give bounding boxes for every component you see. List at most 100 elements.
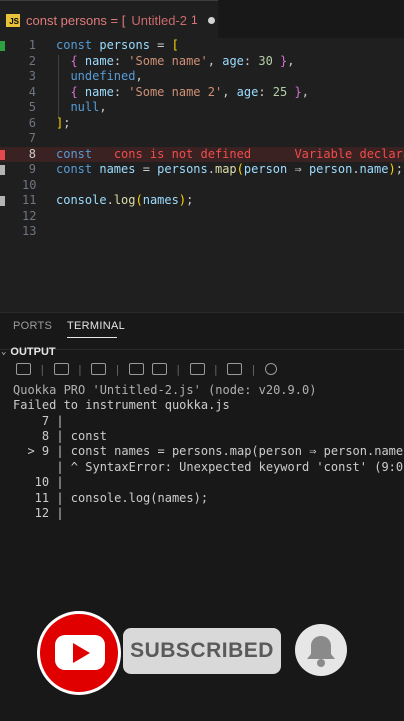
code-line-4[interactable]: 4 { name: 'Some name 2', age: 25 },: [0, 85, 404, 101]
line-number: 2: [28, 53, 36, 68]
unsaved-dot-icon[interactable]: [207, 16, 215, 24]
code-token: ,: [287, 53, 295, 68]
code-token: const: [56, 38, 100, 52]
list-filter-icon[interactable]: [91, 363, 107, 375]
code-token: person: [243, 162, 288, 176]
code-token: }: [294, 84, 302, 99]
code-line-8[interactable]: 8 const cons is not defined Variable decl…: [0, 146, 404, 163]
code-token: =: [149, 38, 172, 52]
code-token: ;: [186, 193, 194, 207]
code-token: undefined: [70, 69, 136, 83]
terminal-line: 11 | console.log(names);: [13, 491, 209, 505]
terminal-line: 7 |: [13, 414, 64, 428]
code-token: .: [106, 193, 114, 207]
output-section-header[interactable]: ⌄ OUTPUT: [0, 346, 56, 358]
line-number: 1: [28, 38, 36, 52]
code-line-6[interactable]: 6];: [0, 116, 404, 132]
code-token: console: [56, 193, 107, 207]
code-token: names: [99, 162, 136, 176]
code-line-1[interactable]: 1 const persons = [: [0, 38, 404, 54]
editor-tab-untitled-2[interactable]: JS const persons = [ Untitled-2 1: [0, 0, 218, 39]
code-token: name: [84, 53, 114, 68]
gutter-marker: [0, 165, 5, 175]
output-label: OUTPUT: [10, 346, 56, 358]
coverage-icon[interactable]: [128, 363, 144, 375]
javascript-file-icon: JS: [6, 13, 20, 27]
separator: |: [174, 362, 182, 376]
settings-sliders-icon[interactable]: [227, 363, 243, 375]
code-token: {: [70, 84, 78, 99]
gutter-marker: [0, 149, 5, 160]
indent-guide: [58, 54, 59, 117]
code-line-3[interactable]: 3 undefined,: [0, 69, 404, 85]
editor-tab-bar: JS const persons = [ Untitled-2 1: [0, 0, 404, 39]
code-token: log: [113, 193, 136, 207]
code-token: .: [352, 162, 360, 176]
code-token: .: [207, 162, 215, 176]
code-line-2[interactable]: 2 { name: 'Some name', age: 30 },: [0, 54, 404, 70]
tab-terminal[interactable]: TERMINAL: [67, 320, 125, 332]
bell-icon: [307, 636, 335, 667]
code-token: persons: [99, 38, 150, 52]
code-line-7[interactable]: 7: [0, 131, 404, 147]
code-line-11[interactable]: 11 console.log(names);: [0, 193, 404, 209]
gutter-marker: [0, 196, 5, 206]
line-number: 13: [22, 224, 37, 238]
tab-file-name: Untitled-2: [131, 12, 188, 28]
code-line-9[interactable]: 9 const names = persons.map(person ⇒ pers…: [0, 162, 404, 178]
code-token: age: [222, 53, 244, 68]
record-icon[interactable]: [264, 363, 277, 375]
line-number: 9: [28, 162, 36, 176]
code-token: ,: [222, 84, 237, 99]
separator: |: [114, 362, 121, 376]
copy-icon[interactable]: [151, 363, 167, 375]
terminal-line: Failed to instrument quokka.js: [13, 398, 230, 412]
timer-icon[interactable]: [189, 363, 205, 375]
code-token: name: [359, 162, 389, 176]
line-number: 12: [22, 208, 37, 223]
play-icon: [73, 643, 90, 663]
code-line-13[interactable]: 13: [0, 224, 404, 240]
terminal-line: | ^ SyntaxError: Unexpected keyword 'con…: [13, 460, 404, 474]
code-token: ,: [99, 100, 107, 114]
debug-icon[interactable]: [53, 363, 69, 375]
separator: |: [39, 362, 46, 376]
code-token: 'Some name 2': [128, 84, 223, 99]
code-token: persons: [157, 162, 208, 176]
code-token: 'Some name': [128, 53, 208, 68]
code-token: age: [236, 84, 259, 99]
code-text: { name: 'Some name 2', age: 25 },: [56, 85, 309, 101]
line-number: 4: [28, 84, 36, 99]
notification-bell-button[interactable]: [295, 624, 347, 676]
code-text: const names = persons.map(person ⇒ perso…: [56, 162, 403, 178]
active-tab-underline: [67, 337, 117, 338]
separator: |: [250, 362, 257, 376]
code-token: :: [113, 84, 129, 99]
code-text: { name: 'Some name', age: 30 },: [56, 53, 295, 70]
code-token: :: [243, 53, 259, 68]
code-token: ;: [395, 162, 403, 176]
stop-icon[interactable]: [16, 363, 31, 375]
line-number: 10: [22, 177, 37, 192]
subscribed-button[interactable]: SUBSCRIBED: [123, 628, 281, 674]
code-text: const cons is not defined Variable decla…: [56, 147, 404, 163]
quokka-toolbar: | | | | | |: [12, 362, 281, 376]
line-number: 3: [28, 69, 36, 83]
terminal-line: 12 |: [13, 506, 64, 520]
chevron-down-icon: ⌄: [1, 347, 7, 357]
code-editor[interactable]: 1 const persons = [2 { name: 'Some name',…: [0, 38, 404, 310]
code-token: Variable declara: [294, 146, 404, 161]
line-number: 5: [28, 100, 36, 114]
code-line-12[interactable]: 12: [0, 209, 404, 225]
terminal-line: Quokka PRO 'Untitled-2.js' (node: v20.9.…: [13, 383, 317, 397]
code-line-10[interactable]: 10: [0, 178, 404, 194]
code-line-5[interactable]: 5 null,: [0, 100, 404, 116]
tab-ports[interactable]: PORTS: [13, 320, 52, 332]
separator: |: [212, 362, 220, 376]
terminal-line: > 9 | const names = persons.map(person ⇒…: [13, 444, 404, 458]
